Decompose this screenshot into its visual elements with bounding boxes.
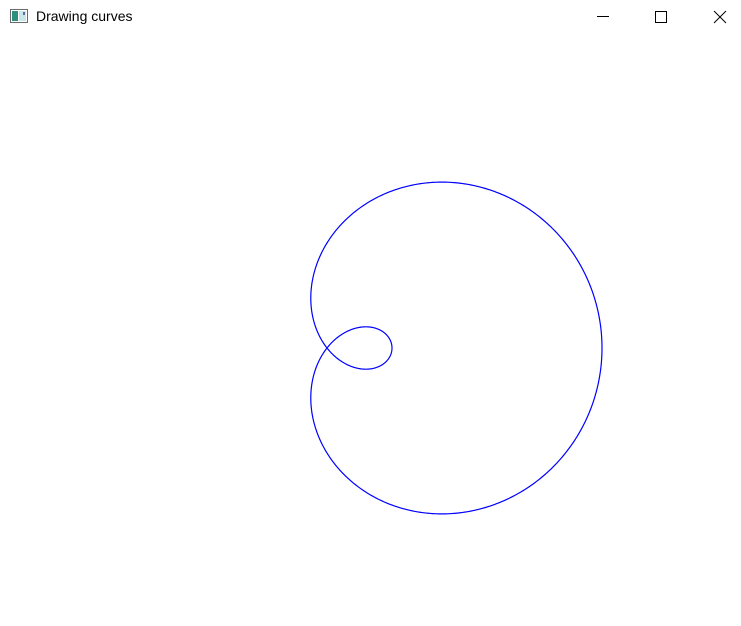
window-title: Drawing curves [36,8,133,24]
close-icon [713,10,727,24]
title-bar[interactable]: Drawing curves [0,0,741,33]
maximize-button[interactable] [638,0,684,33]
minimize-icon [597,16,609,17]
close-button[interactable] [695,0,741,33]
maximize-icon [655,11,667,23]
curve-path [310,181,603,515]
drawing-area[interactable] [0,33,741,626]
app-window-icon [10,9,28,23]
minimize-button[interactable] [580,0,626,33]
app-window: Drawing curves [0,0,741,626]
curve-canvas [310,181,603,515]
